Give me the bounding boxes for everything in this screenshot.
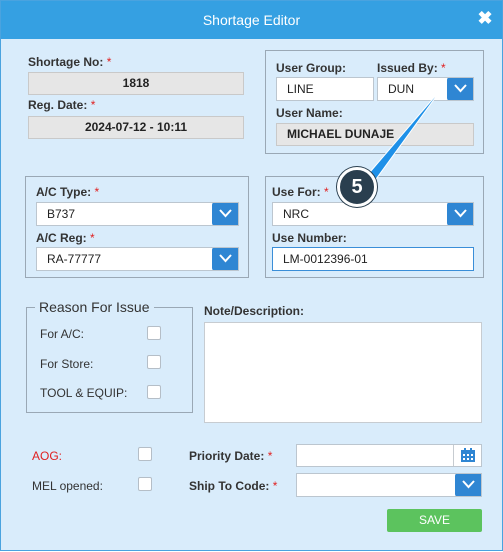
step-badge: 5 xyxy=(337,167,377,207)
annotation-pointer xyxy=(351,86,444,198)
shortage-editor-dialog: Shortage Editor ✖ Shortage No: * 1818 Re… xyxy=(0,0,503,551)
